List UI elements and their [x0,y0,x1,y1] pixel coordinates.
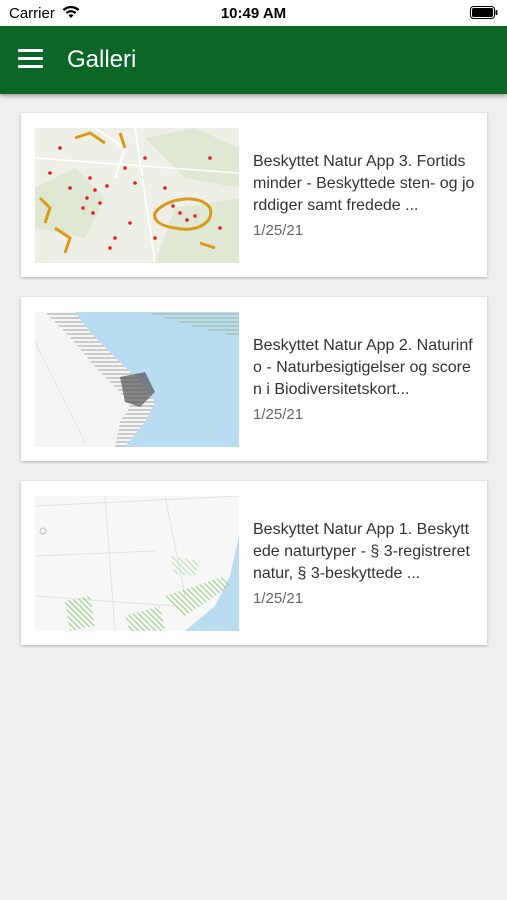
gallery-item-title: Beskyttet Natur App 2. Naturinfo - Natur… [253,337,473,398]
map-thumbnail [35,312,239,447]
clock: 10:49 AM [220,5,287,22]
gallery-item-date: 1/25/21 [253,222,304,239]
gallery-item-date: 1/25/21 [253,406,304,423]
gallery-item-date: 1/25/21 [253,590,304,607]
hamburger-menu-icon[interactable] [18,49,43,71]
map-thumbnail [35,128,239,263]
gallery-item-title: Beskyttet Natur App 3. Fortidsminder - B… [253,153,475,214]
gallery-item[interactable]: Beskyttet Natur App 3. Fortidsminder - B… [21,113,487,277]
gallery-item-title: Beskyttet Natur App 1. Beskyttede naturt… [253,521,470,582]
gallery-item[interactable]: Beskyttet Natur App 1. Beskyttede naturt… [21,481,487,645]
app-bar: Galleri [0,26,507,94]
battery-icon [470,6,498,23]
page-title: Galleri [67,46,137,73]
gallery-item[interactable]: Beskyttet Natur App 2. Naturinfo - Natur… [21,297,487,461]
status-bar: Carrier 10:49 AM [0,0,507,26]
map-thumbnail [35,496,239,631]
